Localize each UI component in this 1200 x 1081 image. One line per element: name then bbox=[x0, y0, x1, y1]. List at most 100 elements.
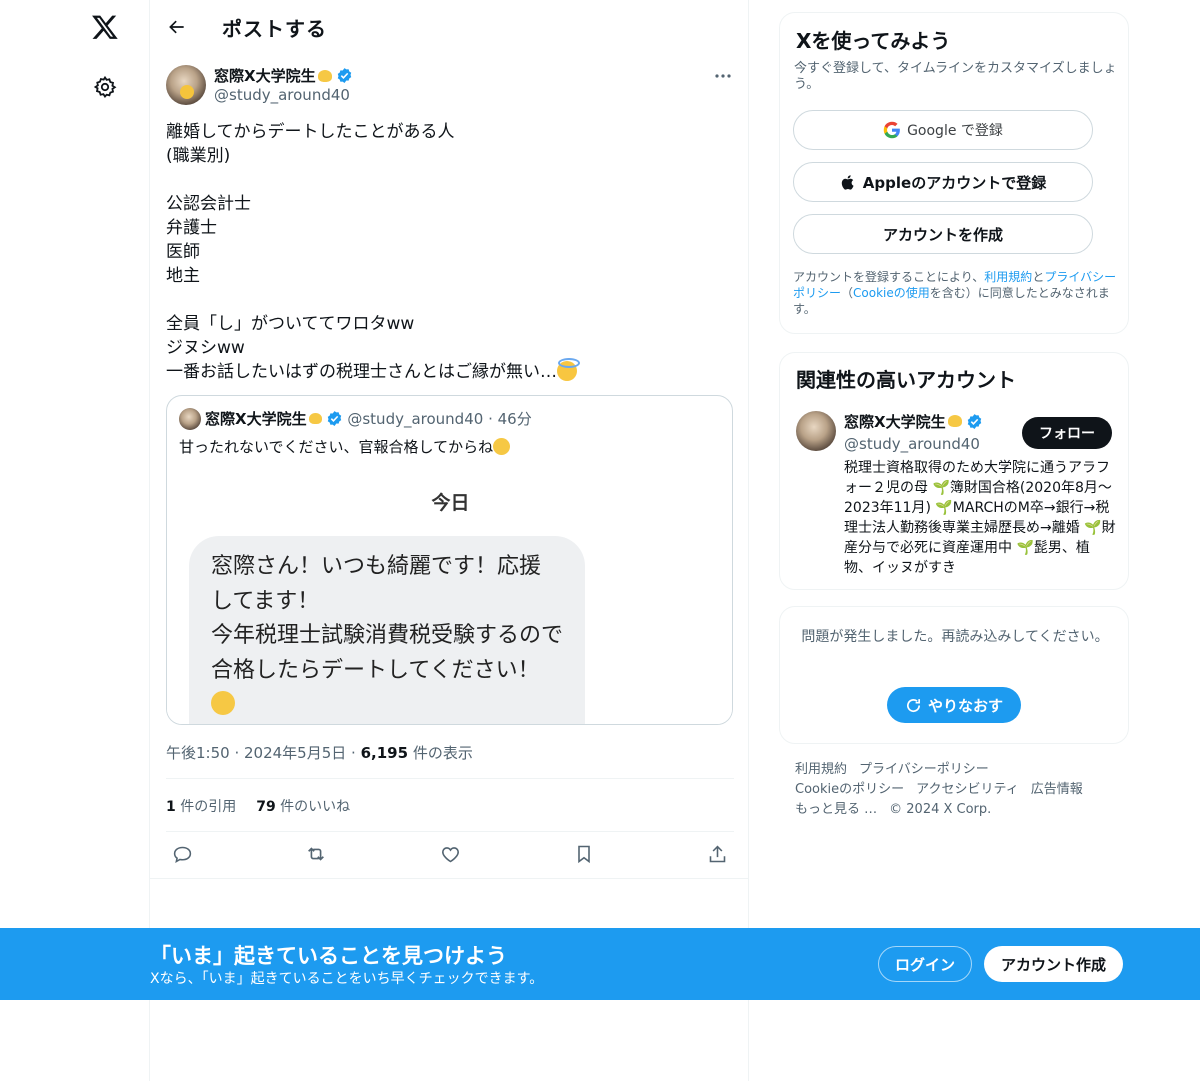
verified-badge-icon bbox=[337, 68, 351, 83]
quoted-post-image[interactable]: 今日 窓際さん！いつも綺麗です！応援してます！ 今年税理士試験消費税受験するので… bbox=[167, 470, 732, 724]
post-date[interactable]: 2024年5月5日 bbox=[244, 744, 346, 762]
banner-create-account-button[interactable]: アカウント作成 bbox=[984, 946, 1123, 982]
related-account-name[interactable]: 窓際X大学院生 bbox=[844, 411, 983, 432]
likes-count: 79 bbox=[256, 799, 276, 815]
create-account-label: アカウントを作成 bbox=[882, 225, 1003, 244]
legal-text: と bbox=[1032, 270, 1045, 284]
footer-link-privacy[interactable]: プライバシーポリシー bbox=[859, 762, 989, 777]
related-account-handle[interactable]: @study_around40 bbox=[844, 435, 980, 453]
views-count: 6,195 bbox=[360, 744, 409, 762]
legal-text: アカウントを登録することにより、 bbox=[793, 270, 985, 284]
likes-stat[interactable]: 79 件のいいね bbox=[256, 799, 350, 815]
quotes-label: 件の引用 bbox=[180, 799, 237, 815]
quoted-post-time: 46分 bbox=[497, 410, 532, 428]
google-icon bbox=[883, 121, 900, 139]
quoted-author-handle: @study_around40 bbox=[347, 410, 484, 428]
post-actions bbox=[166, 840, 734, 870]
terms-link[interactable]: 利用規約 bbox=[984, 270, 1032, 284]
signup-subtitle: 今すぐ登録して、タイムラインをカスタマイズしましょう。 bbox=[794, 61, 1117, 92]
chick-emoji-icon bbox=[317, 70, 332, 82]
cookie-link[interactable]: Cookieの使用 bbox=[853, 286, 930, 300]
google-signup-label: Google で登録 bbox=[907, 123, 1003, 139]
verified-badge-icon bbox=[967, 414, 981, 429]
avatar[interactable] bbox=[166, 65, 206, 105]
quotes-stat[interactable]: 1 件の引用 bbox=[166, 799, 236, 815]
signup-legal-text: アカウントを登録することにより、利用規約とプライバシーポリシー（Cookieの使… bbox=[793, 269, 1119, 317]
quotes-count: 1 bbox=[166, 799, 176, 815]
error-card: 問題が発生しました。再読み込みしてください。 やりなおす bbox=[779, 606, 1129, 744]
signup-title: Xを使ってみよう bbox=[796, 29, 951, 53]
main-column: ポストする 窓際X大学院生 @study_around40 離婚してからデートし… bbox=[149, 0, 749, 1081]
smiling-halo-emoji-icon bbox=[557, 358, 580, 381]
divider bbox=[150, 878, 748, 879]
post-stats: 1 件の引用 79 件のいいね bbox=[166, 796, 350, 816]
gear-icon[interactable] bbox=[92, 74, 118, 100]
image-message-text: 窓際さん！いつも綺麗です！応援してます！ 今年税理士試験消費税受験するので合格し… bbox=[211, 554, 564, 683]
quoted-post-header: 窓際X大学院生 @study_around40 · 46分 bbox=[179, 408, 532, 432]
apple-icon bbox=[841, 174, 854, 190]
footer-link-terms[interactable]: 利用規約 bbox=[795, 762, 847, 777]
divider bbox=[166, 831, 734, 832]
like-heart-icon[interactable] bbox=[438, 842, 462, 866]
separator-dot: · bbox=[488, 410, 493, 428]
related-accounts-card: 関連性の高いアカウント 窓際X大学院生 @study_around40 フォロー… bbox=[779, 352, 1129, 590]
bookmark-icon[interactable] bbox=[572, 842, 596, 866]
banner-subtitle: Xなら、「いま」起きていることをいち早くチェックできます。 bbox=[150, 971, 544, 987]
author-handle[interactable]: @study_around40 bbox=[214, 86, 350, 104]
footer-link-accessibility[interactable]: アクセシビリティ bbox=[916, 782, 1019, 797]
signup-card: Xを使ってみよう 今すぐ登録して、タイムラインをカスタマイズしましょう。 Goo… bbox=[779, 12, 1129, 334]
banner-title: 「いま」起きていることを見つけよう bbox=[150, 944, 507, 968]
post-meta: 午後1:50 · 2024年5月5日 · 6,195 件の表示 bbox=[166, 744, 473, 762]
post-author: 窓際X大学院生 @study_around40 bbox=[166, 64, 736, 108]
avatar[interactable] bbox=[796, 411, 836, 451]
chick-emoji-icon bbox=[947, 415, 962, 427]
author-name[interactable]: 窓際X大学院生 bbox=[214, 65, 353, 86]
quoted-post-text-body: 甘ったれないでください、官報合格してからね bbox=[179, 438, 494, 456]
image-message-bubble: 窓際さん！いつも綺麗です！応援してます！ 今年税理士試験消費税受験するので合格し… bbox=[189, 536, 585, 724]
relieved-face-emoji-icon bbox=[493, 438, 511, 455]
quoted-post-text: 甘ったれないでください、官報合格してからね bbox=[179, 436, 511, 457]
footer-links: 利用規約 プライバシーポリシー Cookieのポリシー アクセシビリティ 広告情報 も… bbox=[795, 760, 1125, 820]
divider bbox=[166, 778, 734, 779]
refresh-icon bbox=[907, 698, 921, 712]
reply-icon[interactable] bbox=[170, 842, 194, 866]
chick-emoji-icon bbox=[308, 413, 322, 424]
likes-label: 件のいいね bbox=[280, 799, 351, 815]
footer-link-more[interactable]: もっと見る … bbox=[795, 802, 877, 817]
legal-text: （ bbox=[841, 286, 854, 300]
verified-badge-icon bbox=[327, 411, 341, 426]
google-signup-button[interactable]: Google で登録 bbox=[793, 110, 1093, 150]
error-message: 問題が発生しました。再読み込みしてください。 bbox=[801, 629, 1109, 645]
post-time[interactable]: 午後1:50 bbox=[166, 744, 230, 762]
related-title: 関連性の高いアカウント bbox=[796, 368, 1016, 392]
follow-button[interactable]: フォロー bbox=[1022, 417, 1112, 449]
related-account-bio: 税理士資格取得のため大学院に通うアラフォー２児の母 🌱簿財国合格(2020年8月… bbox=[844, 460, 1116, 576]
views-label: 件の表示 bbox=[412, 744, 473, 762]
back-arrow-icon[interactable] bbox=[164, 14, 190, 40]
retry-button[interactable]: やりなおす bbox=[887, 687, 1021, 723]
apple-signup-button[interactable]: Appleのアカウントで登録 bbox=[793, 162, 1093, 202]
footer-copyright: © 2024 X Corp. bbox=[889, 802, 992, 817]
quoted-post[interactable]: 窓際X大学院生 @study_around40 · 46分 甘ったれないでくださ… bbox=[166, 395, 733, 725]
top-bar: ポストする bbox=[150, 0, 750, 54]
grinning-face-emoji-icon bbox=[211, 691, 235, 715]
author-name-text[interactable]: 窓際X大学院生 bbox=[214, 67, 316, 85]
quoted-avatar bbox=[179, 408, 201, 430]
share-icon[interactable] bbox=[705, 842, 729, 866]
create-account-button[interactable]: アカウントを作成 bbox=[793, 214, 1093, 254]
bottom-signup-banner: 「いま」起きていることを見つけよう Xなら、「いま」起きていることをいち早くチェ… bbox=[0, 928, 1200, 1000]
footer-link-ads[interactable]: 広告情報 bbox=[1031, 782, 1083, 797]
retry-label: やりなおす bbox=[927, 696, 1003, 715]
login-button[interactable]: ログイン bbox=[878, 946, 972, 982]
quoted-author-name: 窓際X大学院生 bbox=[205, 410, 307, 428]
post-text: 離婚してからデートしたことがある人 (職業別) 公認会計士 弁護士 医師 地主 … bbox=[166, 120, 726, 384]
x-logo-icon[interactable] bbox=[88, 10, 122, 44]
more-options-icon[interactable] bbox=[710, 66, 736, 86]
post-text-body: 離婚してからデートしたことがある人 (職業別) 公認会計士 弁護士 医師 地主 … bbox=[166, 122, 557, 382]
page-title: ポストする bbox=[222, 17, 327, 41]
footer-link-cookie[interactable]: Cookieのポリシー bbox=[795, 782, 904, 797]
repost-icon[interactable] bbox=[304, 842, 328, 866]
related-account-name-text[interactable]: 窓際X大学院生 bbox=[844, 413, 946, 431]
apple-signup-label: Appleのアカウントで登録 bbox=[862, 173, 1047, 192]
image-heading: 今日 bbox=[431, 492, 470, 514]
